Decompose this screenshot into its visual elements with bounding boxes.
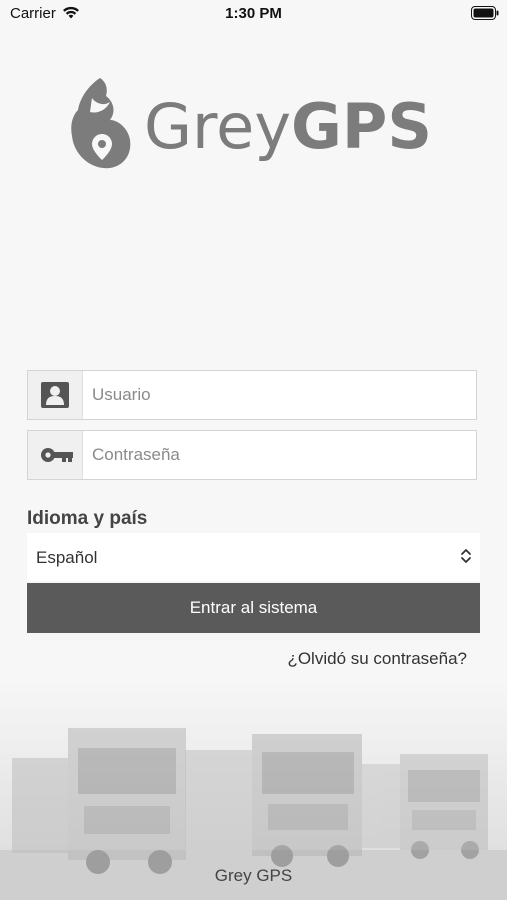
battery-icon [471, 6, 499, 24]
fox-pin-logo-icon [71, 78, 131, 169]
footer-brand: Grey GPS [214, 866, 293, 885]
password-field[interactable] [27, 430, 477, 480]
language-value: Español [36, 548, 98, 567]
user-icon [41, 382, 69, 408]
language-label: Idioma y país [27, 508, 148, 529]
password-input[interactable] [92, 431, 462, 479]
language-select[interactable]: Español [27, 533, 480, 581]
clock-time: 1:30 PM [225, 5, 282, 22]
user-icon-box [28, 371, 83, 419]
brand-logo-text: GreyGPS [144, 90, 432, 163]
login-button[interactable]: Entrar al sistema [27, 583, 480, 633]
brand-logo: GreyGPS [70, 76, 450, 181]
select-chevrons-icon [461, 549, 471, 563]
status-bar: Carrier 1:30 PM [0, 0, 507, 28]
key-icon [41, 448, 73, 462]
username-input[interactable] [92, 371, 462, 419]
username-field[interactable] [27, 370, 477, 420]
key-icon-box [28, 431, 83, 479]
forgot-password-link[interactable]: ¿Olvidó su contraseña? [287, 649, 467, 669]
